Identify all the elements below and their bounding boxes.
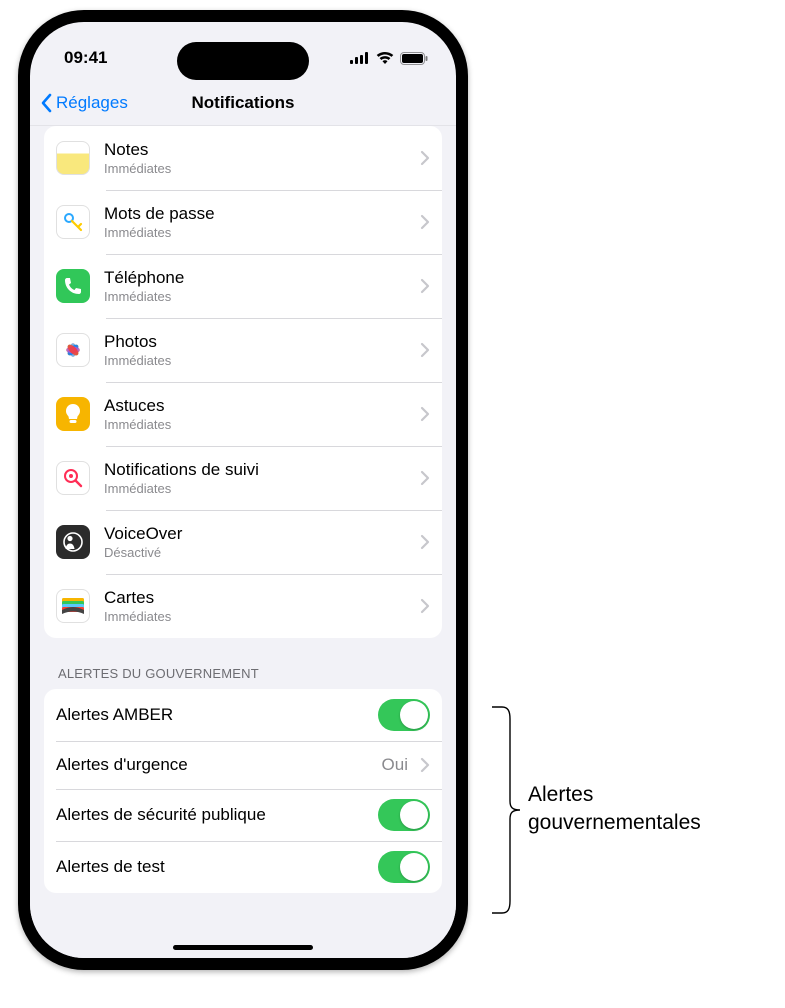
row-text: Photos Immédiates [104, 332, 414, 368]
alert-test-row[interactable]: Alertes de test [44, 841, 442, 893]
row-text: Cartes Immédiates [104, 588, 414, 624]
app-title: Photos [104, 332, 414, 352]
alert-amber-row[interactable]: Alertes AMBER [44, 689, 442, 741]
chevron-right-icon [420, 534, 430, 550]
alert-publicsafety-switch[interactable] [378, 799, 430, 831]
nav-bar: Réglages Notifications [30, 80, 456, 126]
alert-urgent-value: Oui [382, 755, 408, 775]
home-indicator[interactable] [173, 945, 313, 950]
app-subtitle: Immédiates [104, 161, 414, 176]
row-text: VoiceOver Désactivé [104, 524, 414, 560]
alert-amber-switch[interactable] [378, 699, 430, 731]
stage: 09:41 Réglages Notifications [0, 0, 785, 1008]
content-area[interactable]: Notes Immédiates Mots de passe Immédiate… [30, 126, 456, 958]
chevron-right-icon [420, 598, 430, 614]
chevron-right-icon [420, 150, 430, 166]
app-subtitle: Immédiates [104, 609, 414, 624]
alert-urgent-label: Alertes d'urgence [56, 755, 382, 775]
chevron-left-icon [40, 93, 54, 113]
callout-bracket-icon [490, 705, 530, 915]
alert-amber-label: Alertes AMBER [56, 705, 378, 725]
app-title: Téléphone [104, 268, 414, 288]
notes-icon [56, 141, 90, 175]
app-title: Astuces [104, 396, 414, 416]
phone-screen: 09:41 Réglages Notifications [30, 22, 456, 958]
row-text: Mots de passe Immédiates [104, 204, 414, 240]
app-row-photos[interactable]: Photos Immédiates [44, 318, 442, 382]
section-header-gov: ALERTES DU GOUVERNEMENT [44, 638, 442, 689]
chevron-right-icon [420, 406, 430, 422]
chevron-right-icon [420, 757, 430, 773]
app-subtitle: Immédiates [104, 289, 414, 304]
photos-icon [56, 333, 90, 367]
app-title: VoiceOver [104, 524, 414, 544]
app-subtitle: Immédiates [104, 353, 414, 368]
status-time: 09:41 [64, 48, 107, 68]
row-text: Notes Immédiates [104, 140, 414, 176]
voiceover-icon [56, 525, 90, 559]
wifi-icon [376, 52, 394, 64]
alert-test-switch[interactable] [378, 851, 430, 883]
wallet-icon [56, 589, 90, 623]
app-title: Notifications de suivi [104, 460, 414, 480]
tips-icon [56, 397, 90, 431]
passwords-icon [56, 205, 90, 239]
row-text: Notifications de suivi Immédiates [104, 460, 414, 496]
app-title: Notes [104, 140, 414, 160]
app-title: Mots de passe [104, 204, 414, 224]
app-row-tips[interactable]: Astuces Immédiates [44, 382, 442, 446]
app-row-passwords[interactable]: Mots de passe Immédiates [44, 190, 442, 254]
app-row-phone[interactable]: Téléphone Immédiates [44, 254, 442, 318]
app-subtitle: Immédiates [104, 481, 414, 496]
status-right [350, 52, 428, 65]
apps-group: Notes Immédiates Mots de passe Immédiate… [44, 126, 442, 638]
chevron-right-icon [420, 470, 430, 486]
tracking-icon [56, 461, 90, 495]
battery-icon [400, 52, 428, 65]
row-text: Téléphone Immédiates [104, 268, 414, 304]
chevron-right-icon [420, 214, 430, 230]
phone-icon [56, 269, 90, 303]
app-row-notes[interactable]: Notes Immédiates [44, 126, 442, 190]
row-text: Astuces Immédiates [104, 396, 414, 432]
alert-urgent-row[interactable]: Alertes d'urgence Oui [44, 741, 442, 789]
back-label: Réglages [56, 93, 128, 113]
callout-line1: Alertes [528, 781, 701, 809]
app-row-voiceover[interactable]: VoiceOver Désactivé [44, 510, 442, 574]
dynamic-island [177, 42, 309, 80]
app-title: Cartes [104, 588, 414, 608]
alert-test-label: Alertes de test [56, 857, 378, 877]
alert-publicsafety-label: Alertes de sécurité publique [56, 805, 378, 825]
gov-group: Alertes AMBER Alertes d'urgence Oui Aler… [44, 689, 442, 893]
chevron-right-icon [420, 278, 430, 294]
app-subtitle: Désactivé [104, 545, 414, 560]
back-button[interactable]: Réglages [40, 80, 128, 126]
callout-line2: gouvernementales [528, 809, 701, 837]
app-row-tracking[interactable]: Notifications de suivi Immédiates [44, 446, 442, 510]
alert-publicsafety-row[interactable]: Alertes de sécurité publique [44, 789, 442, 841]
app-subtitle: Immédiates [104, 225, 414, 240]
chevron-right-icon [420, 342, 430, 358]
callout-gov-alerts: Alertes gouvernementales [490, 705, 770, 915]
page-title: Notifications [192, 93, 295, 113]
app-subtitle: Immédiates [104, 417, 414, 432]
signal-icon [350, 52, 370, 64]
app-row-wallet[interactable]: Cartes Immédiates [44, 574, 442, 638]
phone-frame: 09:41 Réglages Notifications [18, 10, 468, 970]
callout-text: Alertes gouvernementales [528, 781, 701, 838]
